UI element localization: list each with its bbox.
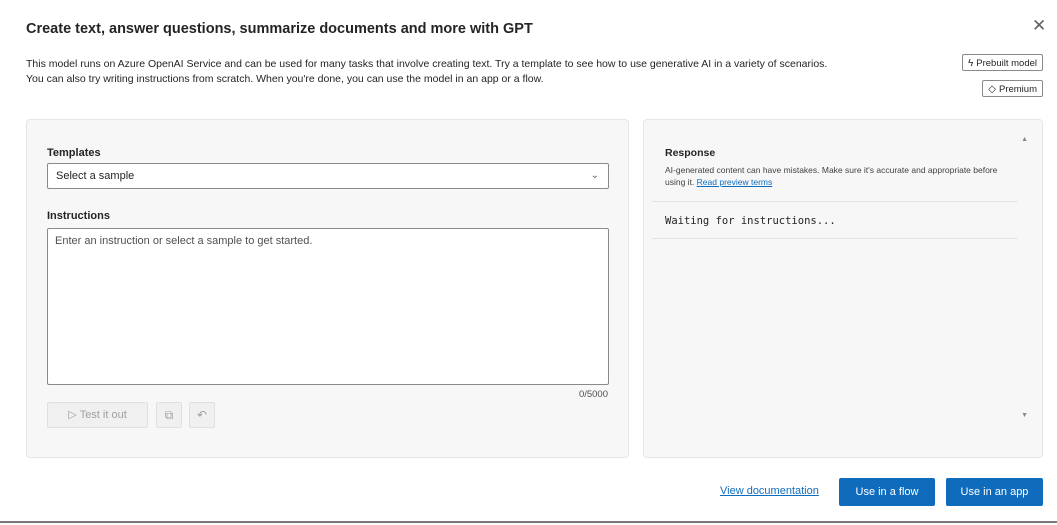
- premium-label: Premium: [998, 84, 1037, 95]
- character-counter: 0/5000: [578, 389, 608, 400]
- bottom-border: [0, 521, 1057, 523]
- prebuilt-model-tag: ϟ Prebuilt model: [961, 54, 1043, 71]
- response-title: Response: [665, 147, 716, 159]
- close-icon[interactable]: ✕: [1032, 16, 1046, 36]
- test-it-out-button[interactable]: ▷ Test it out: [47, 402, 148, 428]
- use-in-app-button[interactable]: Use in an app: [946, 478, 1043, 506]
- instructions-input[interactable]: Enter an instruction or select a sample …: [47, 228, 609, 385]
- response-output: Waiting for instructions...: [665, 215, 836, 227]
- templates-label: Templates: [47, 147, 101, 159]
- templates-selected-value: Select a sample: [56, 170, 135, 182]
- instructions-label: Instructions: [47, 210, 110, 222]
- diamond-icon: ◇: [988, 84, 996, 95]
- chevron-down-icon: ⌄: [590, 170, 599, 181]
- description-line-2: You can also try writing instructions fr…: [26, 72, 544, 85]
- undo-icon: ↶: [196, 408, 208, 422]
- scroll-down-icon[interactable]: ▼: [1021, 412, 1028, 419]
- templates-dropdown[interactable]: Select a sample ⌄: [47, 163, 609, 189]
- send-icon: ▷: [68, 409, 77, 421]
- description-line-1: This model runs on Azure OpenAI Service …: [26, 58, 828, 70]
- response-divider-bottom: [652, 238, 1018, 239]
- undo-button[interactable]: ↶: [189, 402, 215, 428]
- dialog-description: This model runs on Azure OpenAI Service …: [26, 57, 926, 86]
- premium-tag: ◇ Premium: [982, 80, 1043, 97]
- read-preview-terms-link[interactable]: Read preview terms: [697, 177, 773, 187]
- instructions-placeholder: Enter an instruction or select a sample …: [55, 235, 313, 247]
- test-it-out-label: Test it out: [79, 409, 127, 421]
- copy-button[interactable]: ⧉: [156, 402, 182, 428]
- use-in-flow-button[interactable]: Use in a flow: [839, 478, 935, 506]
- response-disclaimer: AI-generated content can have mistakes. …: [665, 164, 1015, 188]
- flash-icon: ϟ: [967, 58, 974, 69]
- prebuilt-model-label: Prebuilt model: [976, 58, 1037, 69]
- response-panel: Response AI-generated content can have m…: [643, 119, 1043, 458]
- view-documentation-link[interactable]: View documentation: [720, 485, 819, 497]
- input-panel: Templates Select a sample ⌄ Instructions…: [26, 119, 629, 458]
- dialog-title: Create text, answer questions, summarize…: [26, 21, 533, 37]
- copy-icon: ⧉: [164, 408, 174, 422]
- response-divider-top: [652, 201, 1018, 202]
- scroll-up-icon[interactable]: ▲: [1021, 136, 1028, 143]
